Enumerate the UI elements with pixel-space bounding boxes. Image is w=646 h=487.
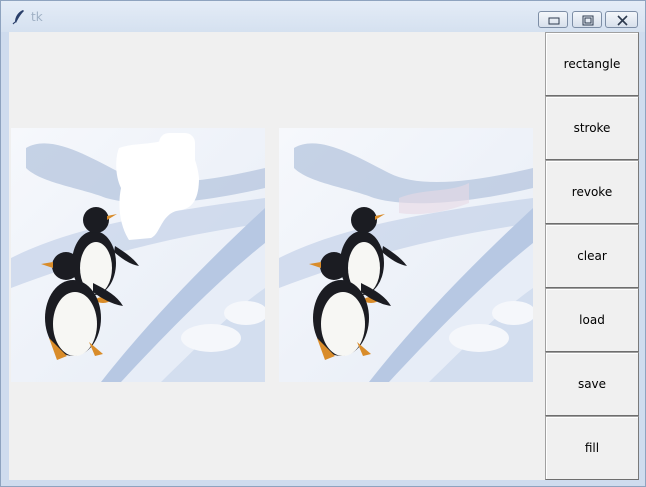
feather-icon [12, 10, 24, 25]
source-image-canvas[interactable] [11, 128, 265, 382]
client-area: rectangle stroke revoke clear load save … [9, 32, 639, 480]
maximize-icon [582, 15, 594, 26]
fill-button[interactable]: fill [545, 416, 639, 480]
minimize-button[interactable] [538, 11, 568, 28]
close-icon [617, 15, 628, 26]
window-title: tk [31, 10, 43, 24]
clear-button[interactable]: clear [545, 224, 639, 288]
title-bar[interactable]: tk [1, 1, 645, 32]
rectangle-button[interactable]: rectangle [545, 32, 639, 96]
stroke-button[interactable]: stroke [545, 96, 639, 160]
tool-sidebar: rectangle stroke revoke clear load save … [545, 32, 639, 480]
penguins-image-inpainted [279, 128, 533, 382]
maximize-button[interactable] [572, 11, 602, 28]
minimize-icon [548, 17, 560, 25]
save-button[interactable]: save [545, 352, 639, 416]
revoke-button[interactable]: revoke [545, 160, 639, 224]
load-button[interactable]: load [545, 288, 639, 352]
penguins-image-masked [11, 128, 265, 382]
result-image-canvas[interactable] [279, 128, 533, 382]
close-button[interactable] [605, 11, 638, 28]
app-window: tk rectangle stroke revoke clear load sa… [0, 0, 646, 487]
